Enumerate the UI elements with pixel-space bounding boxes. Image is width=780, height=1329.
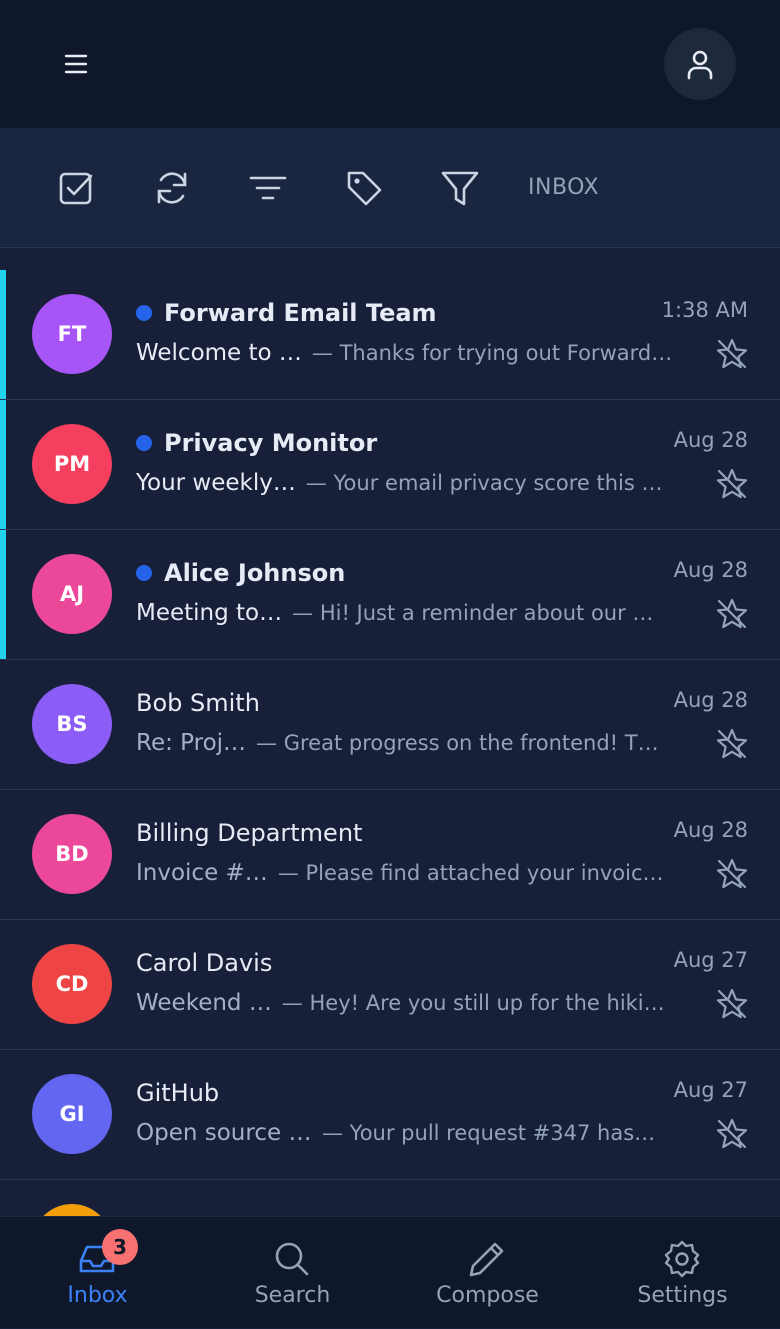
email-subject: Weekend … bbox=[136, 990, 272, 1016]
star-button[interactable] bbox=[714, 986, 750, 1022]
top-app-bar bbox=[0, 0, 780, 128]
filter-button[interactable] bbox=[436, 164, 484, 212]
unread-indicator bbox=[136, 565, 152, 581]
email-subject: Meeting to… bbox=[136, 600, 283, 626]
email-snippet: — Please find attached your invoic… bbox=[277, 861, 664, 885]
user-icon bbox=[687, 50, 713, 80]
email-subject: Open source c… bbox=[136, 1120, 312, 1146]
nav-label: Settings bbox=[637, 1283, 728, 1308]
sender-avatar: FT bbox=[32, 294, 112, 374]
email-snippet: — Thanks for trying out Forward… bbox=[311, 341, 673, 365]
sender-avatar bbox=[32, 1204, 112, 1216]
label-icon bbox=[347, 171, 382, 206]
unread-indicator bbox=[136, 305, 152, 321]
nav-label: Compose bbox=[436, 1283, 539, 1308]
sender-avatar: CD bbox=[32, 944, 112, 1024]
star-button[interactable] bbox=[714, 336, 750, 372]
sender-name: GitHub bbox=[136, 1079, 220, 1107]
select-all-button[interactable] bbox=[52, 164, 100, 212]
unread-count-badge: 3 bbox=[102, 1229, 138, 1265]
label-button[interactable] bbox=[340, 164, 388, 212]
email-snippet: — Your pull request #347 has… bbox=[322, 1121, 656, 1145]
email-rows: FT Forward Email Team 1:38 AM Welcome to… bbox=[0, 270, 780, 1180]
profile-button[interactable] bbox=[664, 28, 736, 100]
star-off-icon bbox=[716, 468, 748, 499]
unread-indicator bbox=[136, 435, 152, 451]
gear-icon bbox=[664, 1240, 700, 1278]
sort-button[interactable] bbox=[244, 164, 292, 212]
email-date: Aug 28 bbox=[673, 688, 748, 712]
sender-name: Privacy Monitor bbox=[164, 429, 378, 457]
email-row[interactable]: BD Billing Department Aug 28 Invoice #… … bbox=[0, 790, 780, 920]
email-row[interactable]: AJ Alice Johnson Aug 28 Meeting to… — Hi… bbox=[0, 530, 780, 660]
email-row[interactable]: PM Privacy Monitor Aug 28 Your weekly… —… bbox=[0, 400, 780, 530]
current-folder-label: INBOX bbox=[528, 175, 600, 200]
sender-avatar: AJ bbox=[32, 554, 112, 634]
star-off-icon bbox=[716, 858, 748, 889]
email-snippet: — Great progress on the frontend! T… bbox=[256, 731, 659, 755]
email-row[interactable]: GI GitHub Aug 27 Open source c… — Your p… bbox=[0, 1050, 780, 1180]
star-button[interactable] bbox=[714, 466, 750, 502]
sort-icon bbox=[249, 176, 287, 200]
email-date: Aug 28 bbox=[673, 818, 748, 842]
unread-accent-bar bbox=[0, 270, 6, 399]
hamburger-menu-button[interactable] bbox=[46, 34, 106, 94]
nav-settings[interactable]: Settings bbox=[585, 1217, 780, 1329]
email-list: FT Forward Email Team 1:38 AM Welcome to… bbox=[0, 270, 780, 1216]
nav-compose[interactable]: Compose bbox=[390, 1217, 585, 1329]
email-date: Aug 27 bbox=[673, 1078, 748, 1102]
bottom-navigation: 3 Inbox Search Compose Settings bbox=[0, 1216, 780, 1328]
sender-name: Alice Johnson bbox=[164, 559, 346, 587]
star-button[interactable] bbox=[714, 1116, 750, 1152]
search-icon bbox=[275, 1242, 309, 1276]
star-button[interactable] bbox=[714, 596, 750, 632]
refresh-icon bbox=[157, 172, 187, 204]
sender-name: Carol Davis bbox=[136, 949, 273, 977]
email-subject: Welcome to … bbox=[136, 340, 302, 366]
nav-label: Inbox bbox=[67, 1283, 128, 1308]
unread-accent-bar bbox=[0, 400, 6, 529]
sender-avatar: GI bbox=[32, 1074, 112, 1154]
email-row-partial[interactable] bbox=[0, 1180, 780, 1216]
unread-accent-bar bbox=[0, 530, 6, 659]
hamburger-menu-icon bbox=[64, 54, 88, 74]
sender-name: Forward Email Team bbox=[164, 299, 437, 327]
email-date: 1:38 AM bbox=[661, 298, 748, 322]
sender-name: Bob Smith bbox=[136, 689, 260, 717]
star-off-icon bbox=[716, 338, 748, 369]
sender-name: Billing Department bbox=[136, 819, 363, 847]
nav-inbox[interactable]: 3 Inbox bbox=[0, 1217, 195, 1329]
star-off-icon bbox=[716, 728, 748, 759]
email-date: Aug 28 bbox=[673, 428, 748, 452]
star-off-icon bbox=[716, 988, 748, 1019]
mail-toolbar: INBOX bbox=[0, 128, 780, 248]
email-row[interactable]: FT Forward Email Team 1:38 AM Welcome to… bbox=[0, 270, 780, 400]
star-off-icon bbox=[716, 1118, 748, 1149]
sender-avatar: BS bbox=[32, 684, 112, 764]
email-subject: Your weekly… bbox=[136, 470, 296, 496]
select-all-icon bbox=[59, 172, 93, 205]
star-off-icon bbox=[716, 598, 748, 629]
nav-search[interactable]: Search bbox=[195, 1217, 390, 1329]
star-button[interactable] bbox=[714, 726, 750, 762]
email-snippet: — Your email privacy score this … bbox=[305, 471, 663, 495]
pencil-icon bbox=[469, 1242, 504, 1277]
email-row[interactable]: BS Bob Smith Aug 28 Re: Proj… — Great pr… bbox=[0, 660, 780, 790]
email-subject: Re: Proj… bbox=[136, 730, 247, 756]
filter-icon bbox=[441, 171, 479, 206]
email-date: Aug 27 bbox=[673, 948, 748, 972]
refresh-button[interactable] bbox=[148, 164, 196, 212]
email-snippet: — Hi! Just a reminder about our … bbox=[292, 601, 654, 625]
sender-avatar: BD bbox=[32, 814, 112, 894]
email-snippet: — Hey! Are you still up for the hiki… bbox=[281, 991, 665, 1015]
star-button[interactable] bbox=[714, 856, 750, 892]
email-subject: Invoice #… bbox=[136, 860, 268, 886]
email-date: Aug 28 bbox=[673, 558, 748, 582]
sender-avatar: PM bbox=[32, 424, 112, 504]
nav-label: Search bbox=[254, 1283, 331, 1308]
email-row[interactable]: CD Carol Davis Aug 27 Weekend … — Hey! A… bbox=[0, 920, 780, 1050]
